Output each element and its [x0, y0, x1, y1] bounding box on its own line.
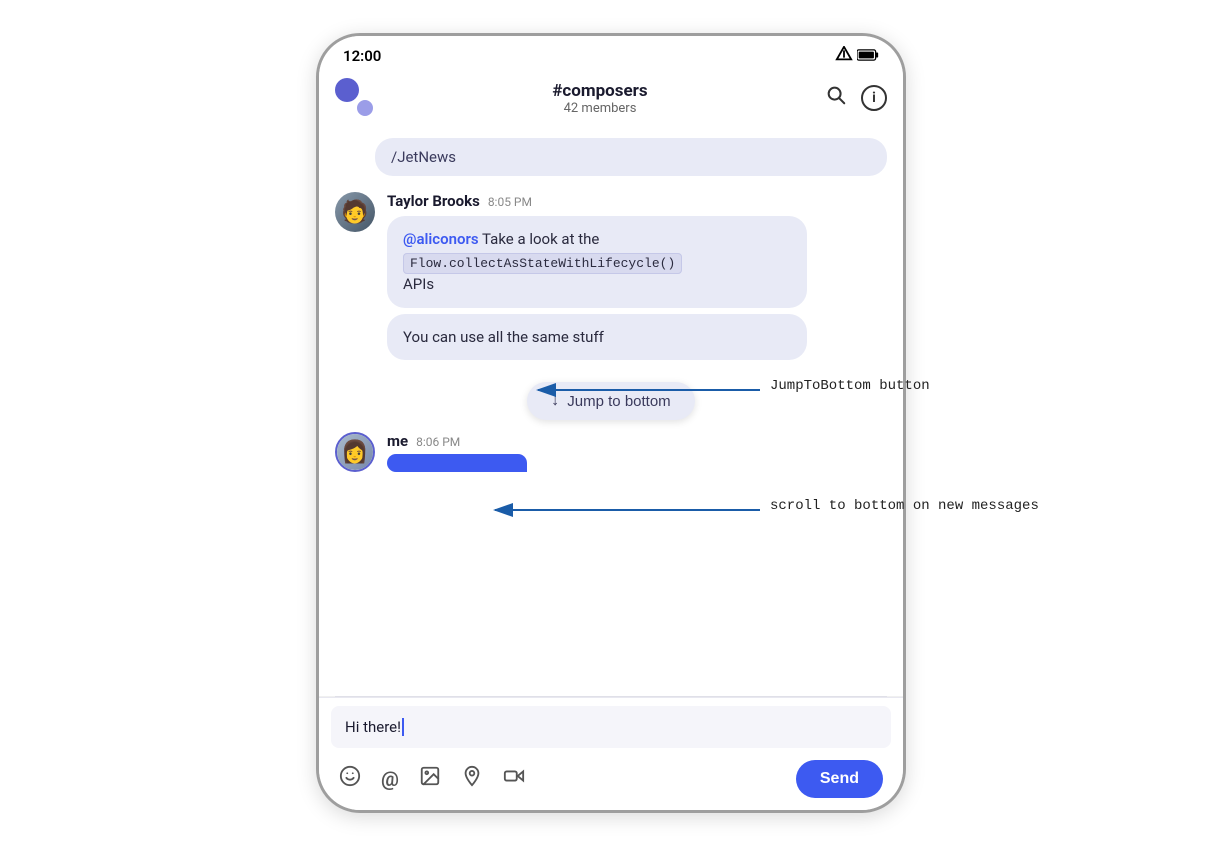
message-content-taylor: Taylor Brooks 8:05 PM @aliconors Take a … — [387, 192, 887, 366]
info-icon[interactable]: i — [861, 85, 887, 111]
text-input-row[interactable]: Hi there! — [331, 706, 891, 748]
page-container: 12:00 — [0, 0, 1222, 846]
me-header: me 8:06 PM — [387, 432, 887, 450]
mention-icon[interactable]: @ — [381, 767, 399, 791]
message-block-me: 👩 me 8:06 PM — [319, 428, 903, 472]
partial-message: /JetNews — [375, 138, 887, 176]
username-me: me — [387, 432, 408, 450]
phone-frame: 12:00 — [316, 33, 906, 813]
me-content: me 8:06 PM — [387, 432, 887, 472]
mention-aliconors: @aliconors — [403, 230, 479, 248]
top-nav: #composers 42 members i — [319, 70, 903, 130]
avatar-me: 👩 — [335, 432, 375, 472]
jump-to-bottom-label: Jump to bottom — [567, 393, 670, 410]
toolbar-icons: @ — [339, 765, 525, 793]
location-icon[interactable] — [461, 765, 483, 793]
status-time: 12:00 — [343, 47, 381, 65]
arrow-down-icon: ↓ — [551, 392, 559, 410]
nav-actions: i — [825, 84, 887, 112]
signal-icon — [835, 46, 853, 66]
chat-area[interactable]: /JetNews 🧑 Taylor Brooks 8:05 PM @alicon… — [319, 130, 903, 696]
code-inline: Flow.collectAsStateWithLifecycle() — [403, 253, 682, 274]
timestamp-me: 8:06 PM — [416, 435, 460, 449]
status-bar: 12:00 — [319, 36, 903, 70]
image-icon[interactable] — [419, 765, 441, 793]
jump-to-bottom-button[interactable]: ↓ Jump to bottom — [527, 382, 694, 420]
send-button[interactable]: Send — [796, 760, 883, 798]
bubble-taylor-2: You can use all the same stuff — [387, 314, 807, 361]
avatar-circle-2 — [355, 98, 375, 118]
message-input-container: Hi there! @ — [319, 697, 903, 810]
input-text: Hi there! — [345, 718, 401, 736]
avatar-circle-1 — [335, 78, 359, 102]
status-icons — [835, 46, 879, 66]
emoji-icon[interactable] — [339, 765, 361, 793]
toolbar-row: @ — [331, 756, 891, 802]
message-header-taylor: Taylor Brooks 8:05 PM — [387, 192, 887, 210]
member-count: 42 members — [375, 101, 825, 116]
nav-avatar[interactable] — [335, 78, 375, 118]
search-icon[interactable] — [825, 84, 847, 112]
channel-name: #composers — [375, 81, 825, 101]
timestamp-taylor: 8:05 PM — [488, 195, 532, 209]
me-bubble-partial — [387, 454, 527, 472]
bubble-text-after: Take a look at the — [482, 230, 599, 248]
avatar-taylor: 🧑 — [335, 192, 375, 232]
jump-to-bottom-container: ↓ Jump to bottom — [319, 374, 903, 428]
username-taylor: Taylor Brooks — [387, 192, 480, 210]
video-icon[interactable] — [503, 765, 525, 793]
battery-icon — [857, 47, 879, 66]
bubble-text-end: APIs — [403, 275, 434, 293]
nav-title: #composers 42 members — [375, 81, 825, 116]
message-block-taylor: 🧑 Taylor Brooks 8:05 PM @aliconors Take … — [319, 184, 903, 374]
text-cursor — [402, 718, 404, 736]
bubble-taylor-1: @aliconors Take a look at the Flow.colle… — [387, 216, 807, 308]
